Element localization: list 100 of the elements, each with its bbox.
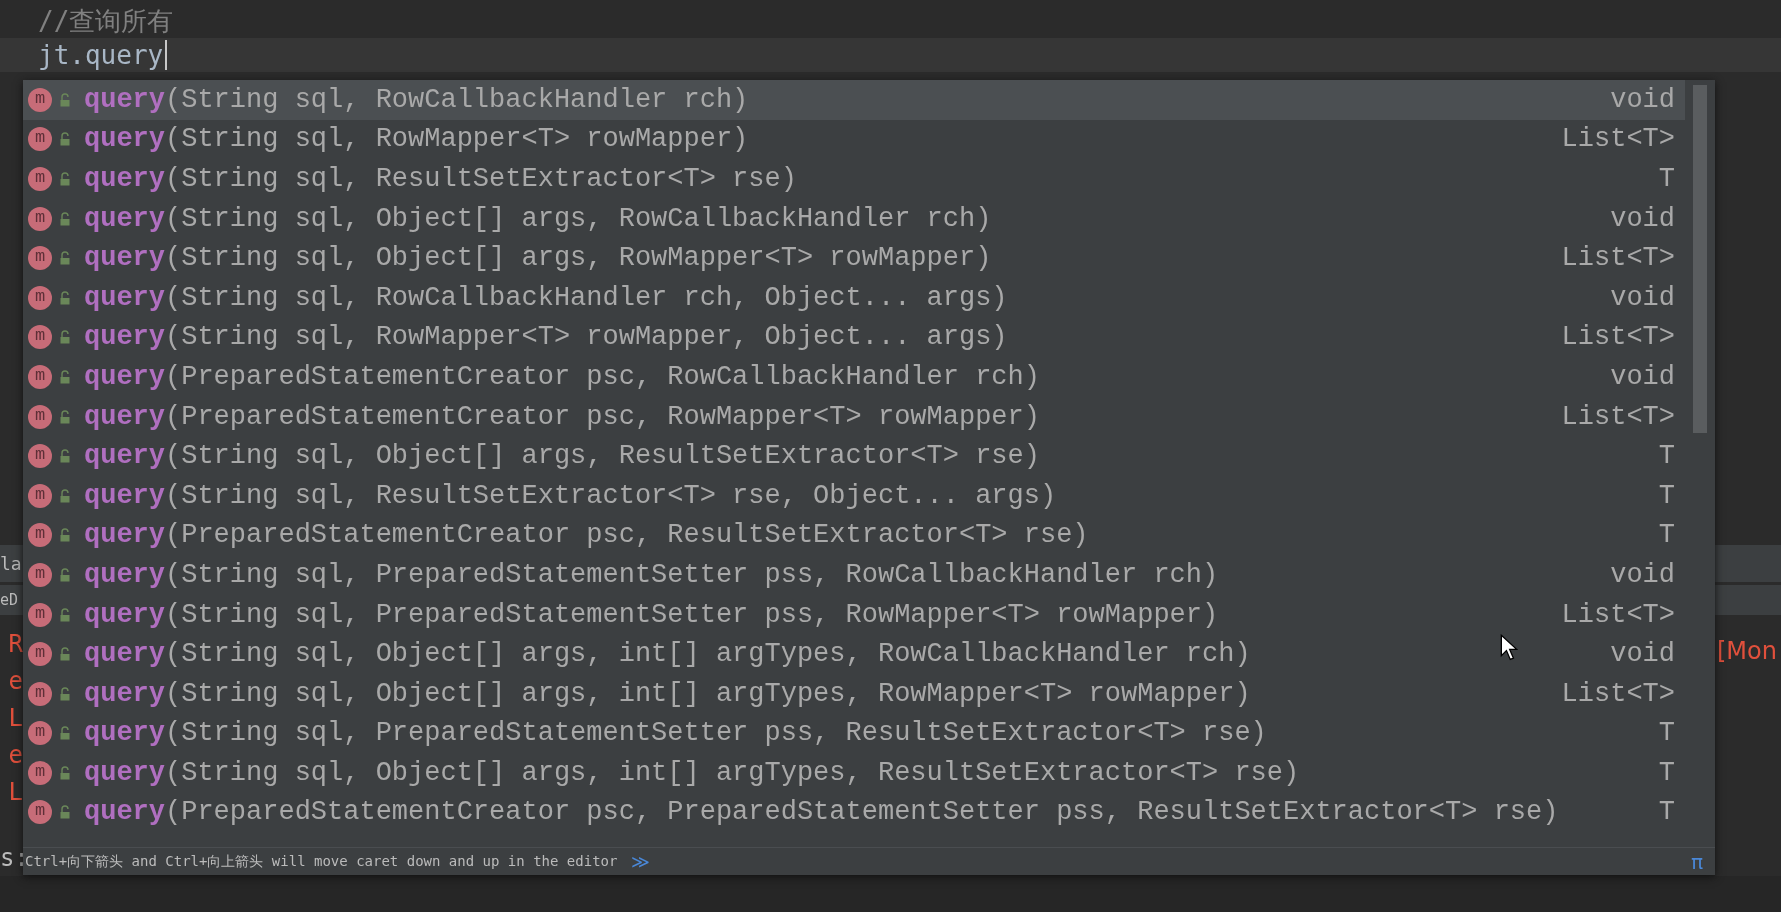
- more-link[interactable]: ≫: [631, 851, 651, 872]
- method-signature: query(String sql, RowMapper<T> rowMapper): [84, 124, 749, 155]
- method-icon: m: [28, 246, 52, 271]
- console-text-fragment: R: [8, 629, 23, 658]
- method-signature: query(String sql, RowCallbackHandler rch, Object... args): [84, 282, 1008, 313]
- method-icon: m: [28, 127, 52, 152]
- method-icon: m: [28, 285, 52, 310]
- lock-icon: [60, 172, 70, 186]
- completion-item[interactable]: m query(String sql, RowCallbackHandler rch, Object... args) void: [23, 277, 1685, 318]
- return-type: void: [1610, 361, 1675, 392]
- method-signature: query(String sql, Object[] args, int[] argTypes, RowCallbackHandler rch): [84, 639, 1251, 670]
- completion-item[interactable]: m query(String sql, PreparedStatementSetter pss, RowCallbackHandler rch) void: [23, 555, 1685, 595]
- lock-icon: [60, 409, 70, 424]
- completion-item[interactable]: m query(String sql, ResultSetExtractor<T> rse) T: [23, 159, 1685, 199]
- method-signature: query(String sql, ResultSetExtractor<T> rse): [84, 164, 797, 194]
- return-type: List<T>: [1561, 243, 1675, 274]
- method-signature: query(String sql, Object[] args, RowMapper<T> rowMapper): [84, 243, 992, 274]
- completion-item[interactable]: m query(PreparedStatementCreator psc, ResultSetExtractor<T> rse) T: [23, 515, 1685, 556]
- method-icon: m: [28, 721, 52, 746]
- console-text-fragment: [Mon: [1717, 637, 1777, 665]
- completion-item[interactable]: m query(PreparedStatementCreator psc, PreparedStatementSetter pss, ResultSetExtractor<T> rse) T: [23, 792, 1685, 833]
- completion-item[interactable]: m query(String sql, RowMapper<T> rowMapper, Object... args) List<T>: [23, 317, 1685, 358]
- console-text-fragment: e: [8, 740, 23, 769]
- pi-icon[interactable]: π: [1690, 849, 1703, 874]
- lock-icon: [60, 449, 70, 464]
- method-signature: query(PreparedStatementCreator psc, ResultSetExtractor<T> rse): [84, 520, 1089, 551]
- method-icon: m: [28, 681, 52, 706]
- method-signature: query(PreparedStatementCreator psc, RowMapper<T> rowMapper): [84, 401, 1040, 432]
- return-type: List<T>: [1561, 401, 1675, 432]
- method-icon: m: [28, 364, 52, 389]
- lock-icon: [60, 528, 70, 543]
- method-icon: m: [28, 444, 52, 469]
- lock-icon: [60, 686, 70, 701]
- lock-icon: [60, 488, 70, 503]
- method-icon: m: [28, 800, 52, 825]
- hint-text: Ctrl+向下箭头 and Ctrl+向上箭头 will move caret down and up in the editor: [25, 852, 618, 871]
- method-icon: m: [28, 404, 52, 429]
- return-type: List<T>: [1561, 678, 1675, 709]
- method-signature: query(String sql, Object[] args, ResultSetExtractor<T> rse): [84, 441, 1040, 472]
- return-type: List<T>: [1561, 599, 1675, 630]
- method-icon: m: [28, 523, 52, 548]
- method-signature: query(String sql, RowMapper<T> rowMapper, Object... args): [84, 322, 1008, 353]
- method-signature: query(String sql, Object[] args, int[] argTypes, RowMapper<T> rowMapper): [84, 678, 1251, 709]
- method-signature: query(String sql, PreparedStatementSetter pss, ResultSetExtractor<T> rse): [84, 718, 1267, 749]
- method-signature: query(String sql, Object[] args, RowCallbackHandler rch): [84, 203, 992, 234]
- return-type: T: [1658, 441, 1675, 472]
- method-icon: m: [28, 206, 52, 231]
- completion-item[interactable]: m query(String sql, PreparedStatementSetter pss, RowMapper<T> rowMapper) List<T>: [23, 594, 1685, 635]
- return-type: void: [1610, 84, 1675, 115]
- code-comment: //查询所有: [38, 4, 174, 38]
- method-icon: m: [28, 760, 52, 785]
- lock-icon: [60, 726, 70, 741]
- method-icon: m: [28, 325, 52, 350]
- completion-item[interactable]: m query(String sql, Object[] args, RowMapper<T> rowMapper) List<T>: [23, 238, 1685, 278]
- return-type: T: [1658, 757, 1675, 788]
- method-icon: m: [28, 167, 52, 191]
- return-type: void: [1610, 282, 1675, 313]
- method-signature: query(String sql, PreparedStatementSetter pss, RowMapper<T> rowMapper): [84, 599, 1219, 630]
- completion-item[interactable]: m query(String sql, PreparedStatementSetter pss, ResultSetExtractor<T> rse) T: [23, 713, 1685, 754]
- method-signature: query(String sql, Object[] args, int[] argTypes, ResultSetExtractor<T> rse): [84, 757, 1300, 788]
- console-text-fragment: e: [8, 666, 23, 695]
- completion-item[interactable]: m query(String sql, RowMapper<T> rowMapper) List<T>: [23, 119, 1685, 160]
- lock-icon: [60, 211, 70, 226]
- lock-icon: [60, 607, 70, 622]
- console-text-fragment: la: [0, 553, 22, 574]
- lock-icon: [60, 290, 70, 305]
- lock-icon: [60, 369, 70, 384]
- return-type: void: [1610, 559, 1675, 590]
- return-type: T: [1658, 480, 1675, 511]
- completion-item[interactable]: m query(String sql, RowCallbackHandler rch) void: [23, 80, 1685, 120]
- completion-item[interactable]: m query(PreparedStatementCreator psc, RowCallbackHandler rch) void: [23, 357, 1685, 397]
- return-type: T: [1658, 718, 1675, 749]
- lock-icon: [60, 330, 70, 345]
- method-signature: query(String sql, PreparedStatementSetter pss, RowCallbackHandler rch): [84, 559, 1219, 590]
- method-icon: m: [28, 562, 52, 587]
- completion-item[interactable]: m query(String sql, Object[] args, ResultSetExtractor<T> rse) T: [23, 436, 1685, 476]
- method-icon: m: [28, 483, 52, 508]
- return-type: T: [1658, 797, 1675, 828]
- lock-icon: [60, 92, 70, 107]
- completion-item[interactable]: m query(PreparedStatementCreator psc, RowMapper<T> rowMapper) List<T>: [23, 396, 1685, 437]
- scrollbar-thumb[interactable]: [1693, 85, 1707, 433]
- method-signature: query(String sql, ResultSetExtractor<T> rse, Object... args): [84, 480, 1057, 511]
- console-text-fragment: s:: [0, 844, 23, 872]
- completion-item[interactable]: m query(String sql, Object[] args, RowCallbackHandler rch) void: [23, 198, 1685, 239]
- console-text-fragment: L: [8, 703, 23, 732]
- return-type: List<T>: [1561, 322, 1675, 353]
- return-type: T: [1658, 164, 1675, 194]
- lock-icon: [60, 251, 70, 266]
- method-icon: m: [28, 87, 52, 112]
- return-type: void: [1610, 203, 1675, 234]
- method-icon: m: [28, 602, 52, 627]
- completion-item[interactable]: m query(String sql, Object[] args, int[] argTypes, RowCallbackHandler rch) void: [23, 634, 1685, 674]
- return-type: T: [1658, 520, 1675, 551]
- code-text: jt.query: [38, 40, 168, 70]
- completion-item[interactable]: m query(String sql, Object[] args, int[] argTypes, ResultSetExtractor<T> rse) T: [23, 753, 1685, 793]
- console-text-fragment: eD: [0, 591, 19, 609]
- completion-item[interactable]: m query(String sql, ResultSetExtractor<T> rse, Object... args) T: [23, 475, 1685, 516]
- lock-icon: [60, 765, 70, 780]
- completion-item[interactable]: m query(String sql, Object[] args, int[] argTypes, RowMapper<T> rowMapper) List<T>: [23, 673, 1685, 714]
- lock-icon: [60, 805, 70, 820]
